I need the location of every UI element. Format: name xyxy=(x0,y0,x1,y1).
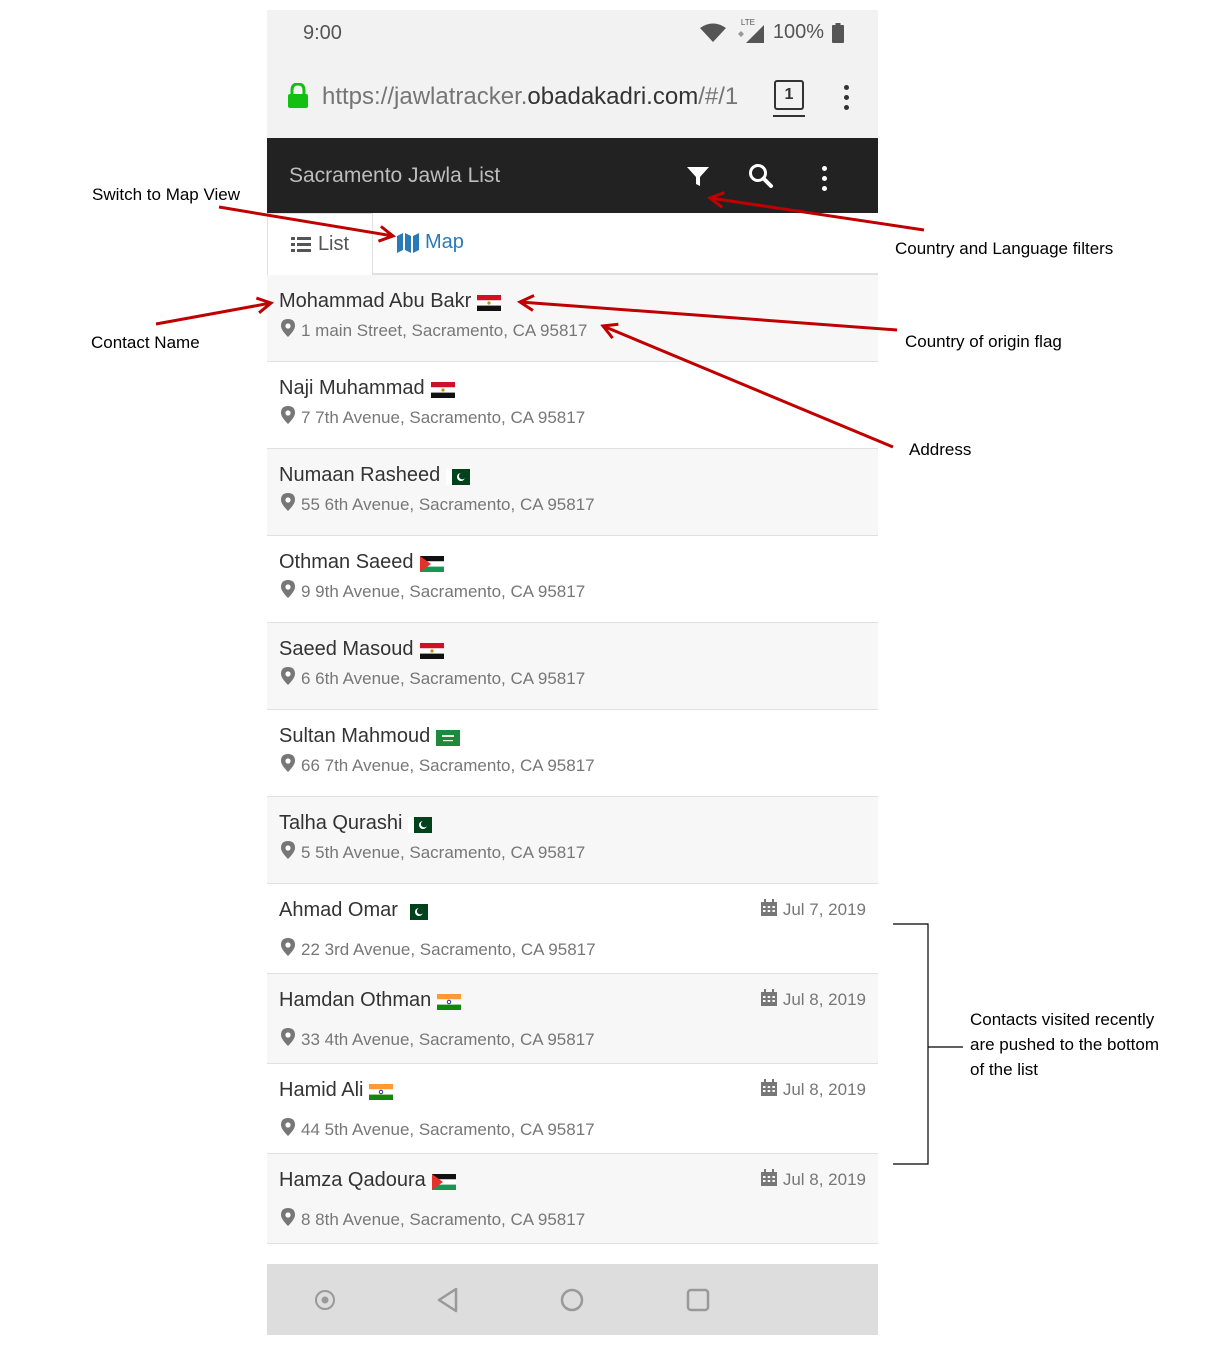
annotation-arrows xyxy=(155,0,963,1165)
arrow-map-view xyxy=(218,205,393,236)
arrow-flag xyxy=(520,302,898,332)
arrow-contact-name xyxy=(155,303,271,326)
arrow-address xyxy=(603,326,894,449)
arrow-filters xyxy=(710,198,925,232)
recent-bracket xyxy=(893,923,963,1165)
